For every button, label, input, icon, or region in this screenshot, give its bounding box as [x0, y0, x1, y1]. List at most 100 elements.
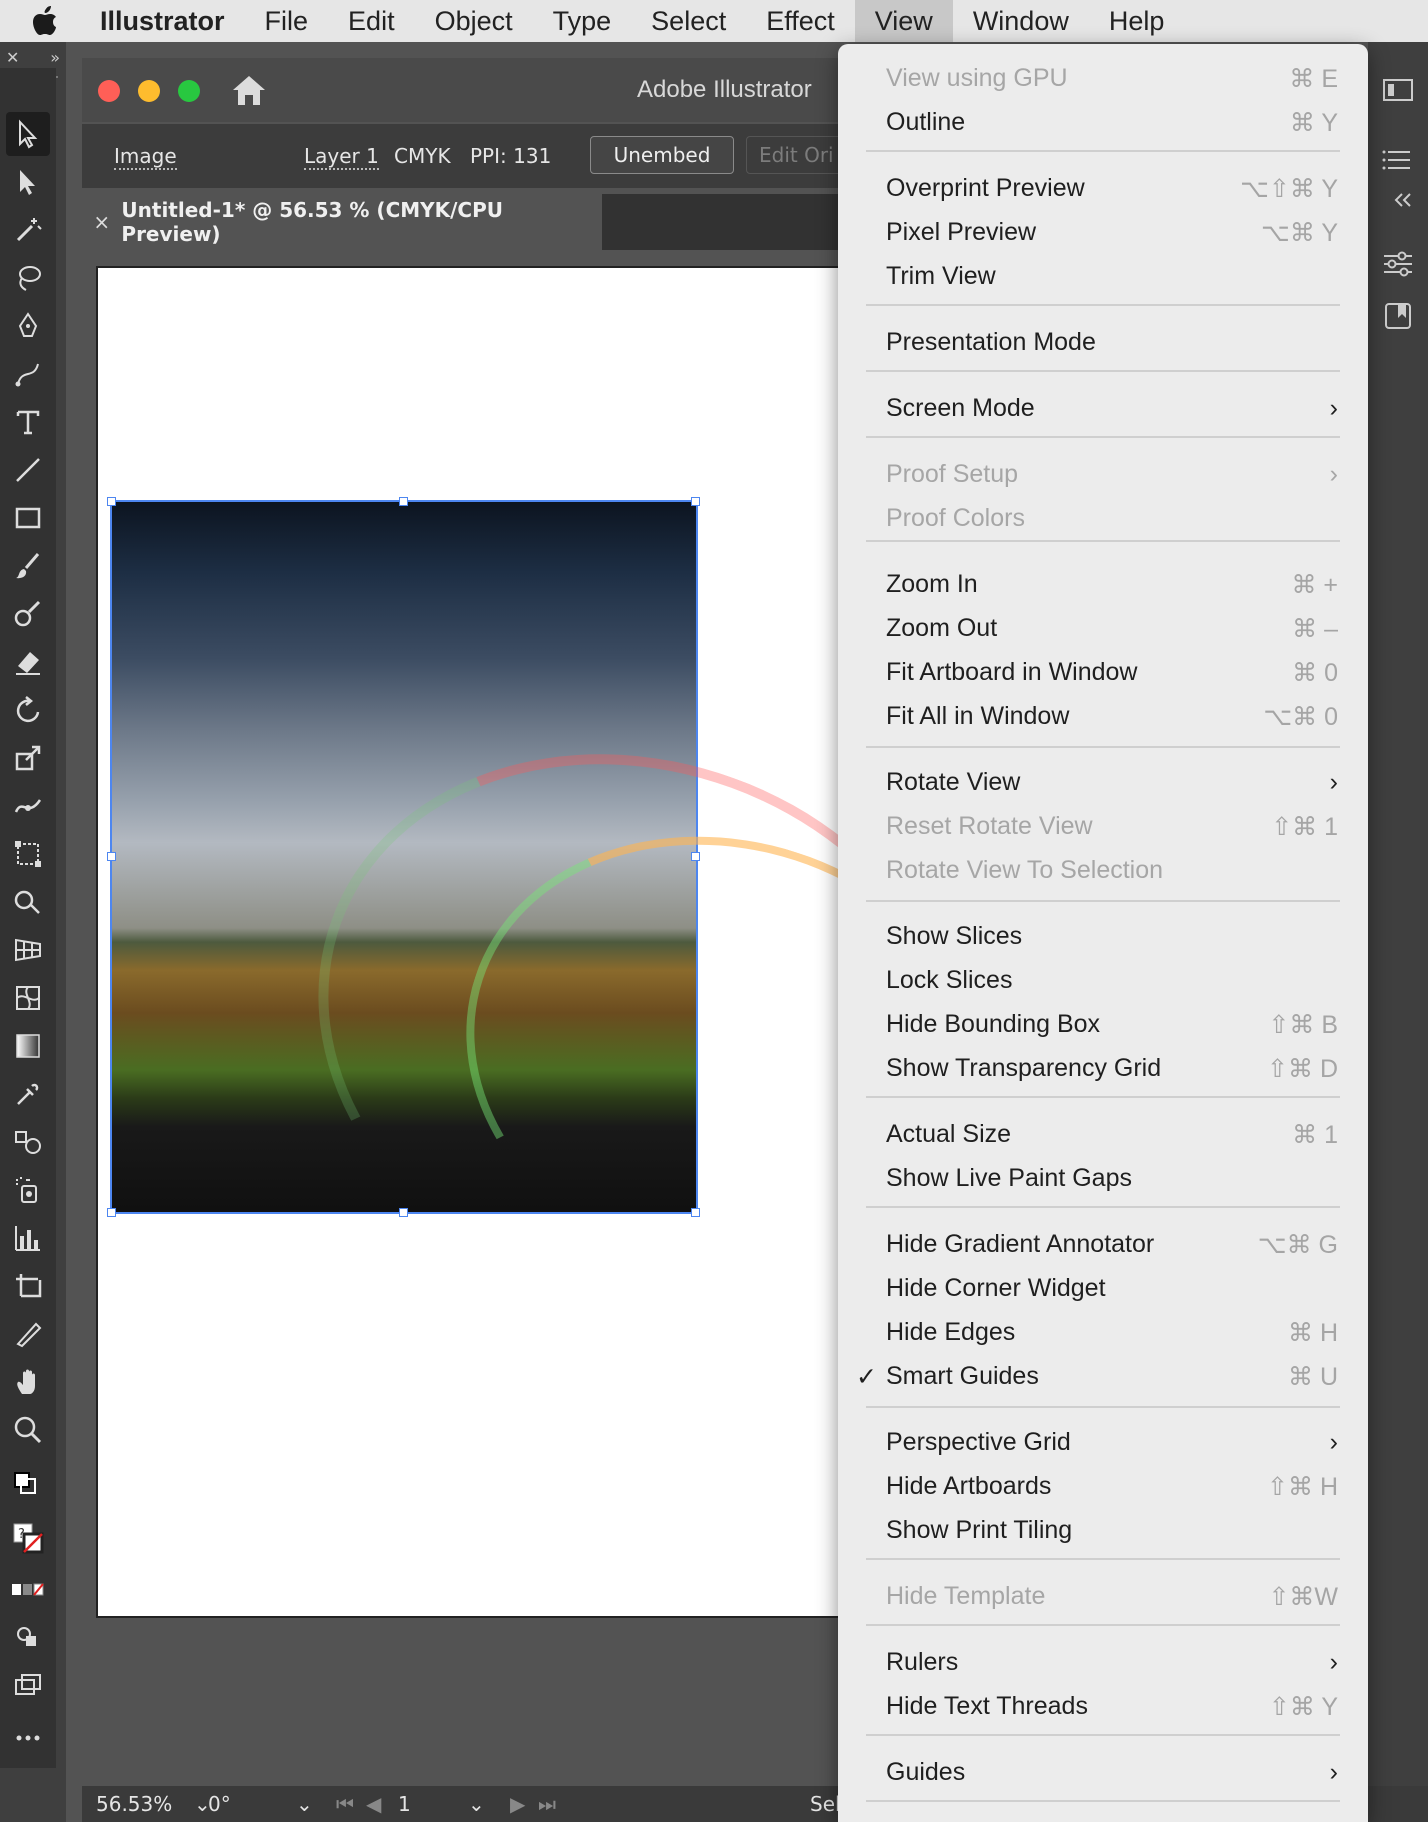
placed-landscape-image[interactable]	[110, 500, 1053, 1399]
close-tab-icon[interactable]: ×	[82, 210, 121, 234]
libraries-panel-icon[interactable]	[1380, 298, 1416, 334]
zoom-tool-icon[interactable]	[6, 1408, 50, 1452]
rotation-field[interactable]: 0°	[208, 1792, 231, 1816]
menu-item-zoom-in[interactable]: Zoom In ⌘ +	[838, 562, 1368, 606]
menu-item-show-live-paint-gaps[interactable]: Show Live Paint Gaps	[838, 1156, 1368, 1200]
rectangle-tool-icon[interactable]	[6, 496, 50, 540]
menu-item-hide-artboards[interactable]: Hide Artboards ⇧⌘ H	[838, 1464, 1368, 1508]
perspective-grid-tool-icon[interactable]	[6, 928, 50, 972]
color-mode-icon[interactable]	[6, 1568, 50, 1612]
screen-mode-icon[interactable]	[6, 1664, 50, 1708]
scale-tool-icon[interactable]	[6, 736, 50, 780]
last-artboard-icon[interactable]: ⏭	[538, 1792, 556, 1816]
menu-item-rotate-view[interactable]: Rotate View ›	[838, 760, 1368, 804]
menu-item-fit-all-in-window[interactable]: Fit All in Window ⌥⌘ 0	[838, 694, 1368, 738]
more-tools-icon[interactable]	[6, 1716, 50, 1760]
menu-type[interactable]: Type	[533, 0, 632, 42]
menu-item-pixel-preview[interactable]: Pixel Preview ⌥⌘ Y	[838, 210, 1368, 254]
menu-item-overprint-preview[interactable]: Overprint Preview ⌥⇧⌘ Y	[838, 166, 1368, 210]
collapse-panels-icon[interactable]	[1380, 190, 1416, 210]
first-artboard-icon[interactable]: ⏮	[336, 1792, 354, 1816]
layer-link[interactable]: Layer 1	[304, 144, 379, 170]
fill-stroke-swap-icon[interactable]	[6, 1464, 50, 1508]
menu-app-illustrator[interactable]: Illustrator	[70, 0, 245, 42]
bounding-box-handle[interactable]	[399, 497, 408, 506]
lasso-tool-icon[interactable]	[6, 256, 50, 300]
document-tab[interactable]: × Untitled-1* @ 56.53 % (CMYK/CPU Previe…	[82, 194, 602, 250]
menu-edit[interactable]: Edit	[328, 0, 415, 42]
artboard-dropdown-chevron-icon[interactable]: ⌄	[468, 1792, 485, 1816]
shape-builder-tool-icon[interactable]	[6, 880, 50, 924]
layers-list-icon[interactable]	[1380, 142, 1416, 178]
rotation-dropdown-chevron-icon[interactable]: ⌄	[296, 1792, 313, 1816]
menu-item-actual-size[interactable]: Actual Size ⌘ 1	[838, 1112, 1368, 1156]
menu-item-smart-guides[interactable]: ✓ Smart Guides ⌘ U	[838, 1354, 1368, 1398]
properties-panel-icon[interactable]	[1380, 72, 1416, 108]
menu-item-hide-bounding-box[interactable]: Hide Bounding Box ⇧⌘ B	[838, 1002, 1368, 1046]
next-artboard-icon[interactable]: ▶	[510, 1792, 525, 1816]
home-icon[interactable]	[230, 72, 268, 108]
menu-item-hide-gradient-annotator[interactable]: Hide Gradient Annotator ⌥⌘ G	[838, 1222, 1368, 1266]
direct-selection-tool-icon[interactable]	[6, 160, 50, 204]
magic-wand-tool-icon[interactable]	[6, 208, 50, 252]
apple-icon[interactable]	[20, 6, 70, 36]
fill-stroke-swatch-icon[interactable]: ?	[6, 1516, 50, 1560]
menu-select[interactable]: Select	[631, 0, 746, 42]
rotate-tool-icon[interactable]	[6, 688, 50, 732]
collapse-icon[interactable]: »	[50, 48, 60, 67]
bounding-box-handle[interactable]	[691, 852, 700, 861]
blob-brush-tool-icon[interactable]	[6, 592, 50, 636]
menu-item-rulers[interactable]: Rulers ›	[838, 1640, 1368, 1684]
line-segment-tool-icon[interactable]	[6, 448, 50, 492]
bounding-box-handle[interactable]	[107, 1208, 116, 1217]
hand-tool-icon[interactable]	[6, 1360, 50, 1404]
menu-item-show-slices[interactable]: Show Slices	[838, 914, 1368, 958]
object-type-label[interactable]: Image	[114, 144, 177, 170]
eyedropper-tool-icon[interactable]	[6, 1072, 50, 1116]
menu-item-presentation-mode[interactable]: Presentation Mode	[838, 320, 1368, 364]
gradient-tool-icon[interactable]	[6, 1024, 50, 1068]
menu-item-lock-slices[interactable]: Lock Slices	[838, 958, 1368, 1002]
bounding-box-handle[interactable]	[691, 1208, 700, 1217]
unembed-button[interactable]: Unembed	[590, 136, 734, 174]
zoom-level-field[interactable]: 56.53%	[96, 1792, 172, 1816]
menu-item-fit-artboard-in-window[interactable]: Fit Artboard in Window ⌘ 0	[838, 650, 1368, 694]
pen-tool-icon[interactable]	[6, 304, 50, 348]
menu-help[interactable]: Help	[1089, 0, 1185, 42]
menu-item-outline[interactable]: Outline ⌘ Y	[838, 100, 1368, 144]
menu-item-hide-text-threads[interactable]: Hide Text Threads ⇧⌘ Y	[838, 1684, 1368, 1728]
menu-effect[interactable]: Effect	[746, 0, 855, 42]
menu-item-hide-edges[interactable]: Hide Edges ⌘ H	[838, 1310, 1368, 1354]
menu-item-trim-view[interactable]: Trim View	[838, 254, 1368, 298]
width-tool-icon[interactable]	[6, 784, 50, 828]
curvature-tool-icon[interactable]	[6, 352, 50, 396]
eraser-tool-icon[interactable]	[6, 640, 50, 684]
menu-item-guides[interactable]: Guides ›	[838, 1750, 1368, 1794]
menu-item-show-print-tiling[interactable]: Show Print Tiling	[838, 1508, 1368, 1552]
type-tool-icon[interactable]	[6, 400, 50, 444]
window-minimize-button[interactable]	[138, 80, 160, 102]
menu-item-perspective-grid[interactable]: Perspective Grid ›	[838, 1420, 1368, 1464]
symbol-sprayer-tool-icon[interactable]	[6, 1168, 50, 1212]
bounding-box-handle[interactable]	[107, 852, 116, 861]
adjustments-sliders-icon[interactable]	[1380, 246, 1416, 282]
menu-file[interactable]: File	[245, 0, 329, 42]
menu-item-show-transparency-grid[interactable]: Show Transparency Grid ⇧⌘ D	[838, 1046, 1368, 1090]
draw-mode-icon[interactable]	[6, 1616, 50, 1660]
blend-tool-icon[interactable]	[6, 1120, 50, 1164]
slice-tool-icon[interactable]	[6, 1312, 50, 1356]
window-zoom-button[interactable]	[178, 80, 200, 102]
free-transform-tool-icon[interactable]	[6, 832, 50, 876]
menu-object[interactable]: Object	[415, 0, 533, 42]
close-icon[interactable]: ✕	[6, 48, 19, 67]
bounding-box-handle[interactable]	[399, 1208, 408, 1217]
menu-item-hide-corner-widget[interactable]: Hide Corner Widget	[838, 1266, 1368, 1310]
artboard-number-field[interactable]: 1	[398, 1792, 411, 1816]
paintbrush-tool-icon[interactable]	[6, 544, 50, 588]
menu-item-screen-mode[interactable]: Screen Mode ›	[838, 386, 1368, 430]
bounding-box-handle[interactable]	[691, 497, 700, 506]
mesh-tool-icon[interactable]	[6, 976, 50, 1020]
previous-artboard-icon[interactable]: ◀	[366, 1792, 381, 1816]
column-graph-tool-icon[interactable]	[6, 1216, 50, 1260]
menu-item-zoom-out[interactable]: Zoom Out ⌘ –	[838, 606, 1368, 650]
